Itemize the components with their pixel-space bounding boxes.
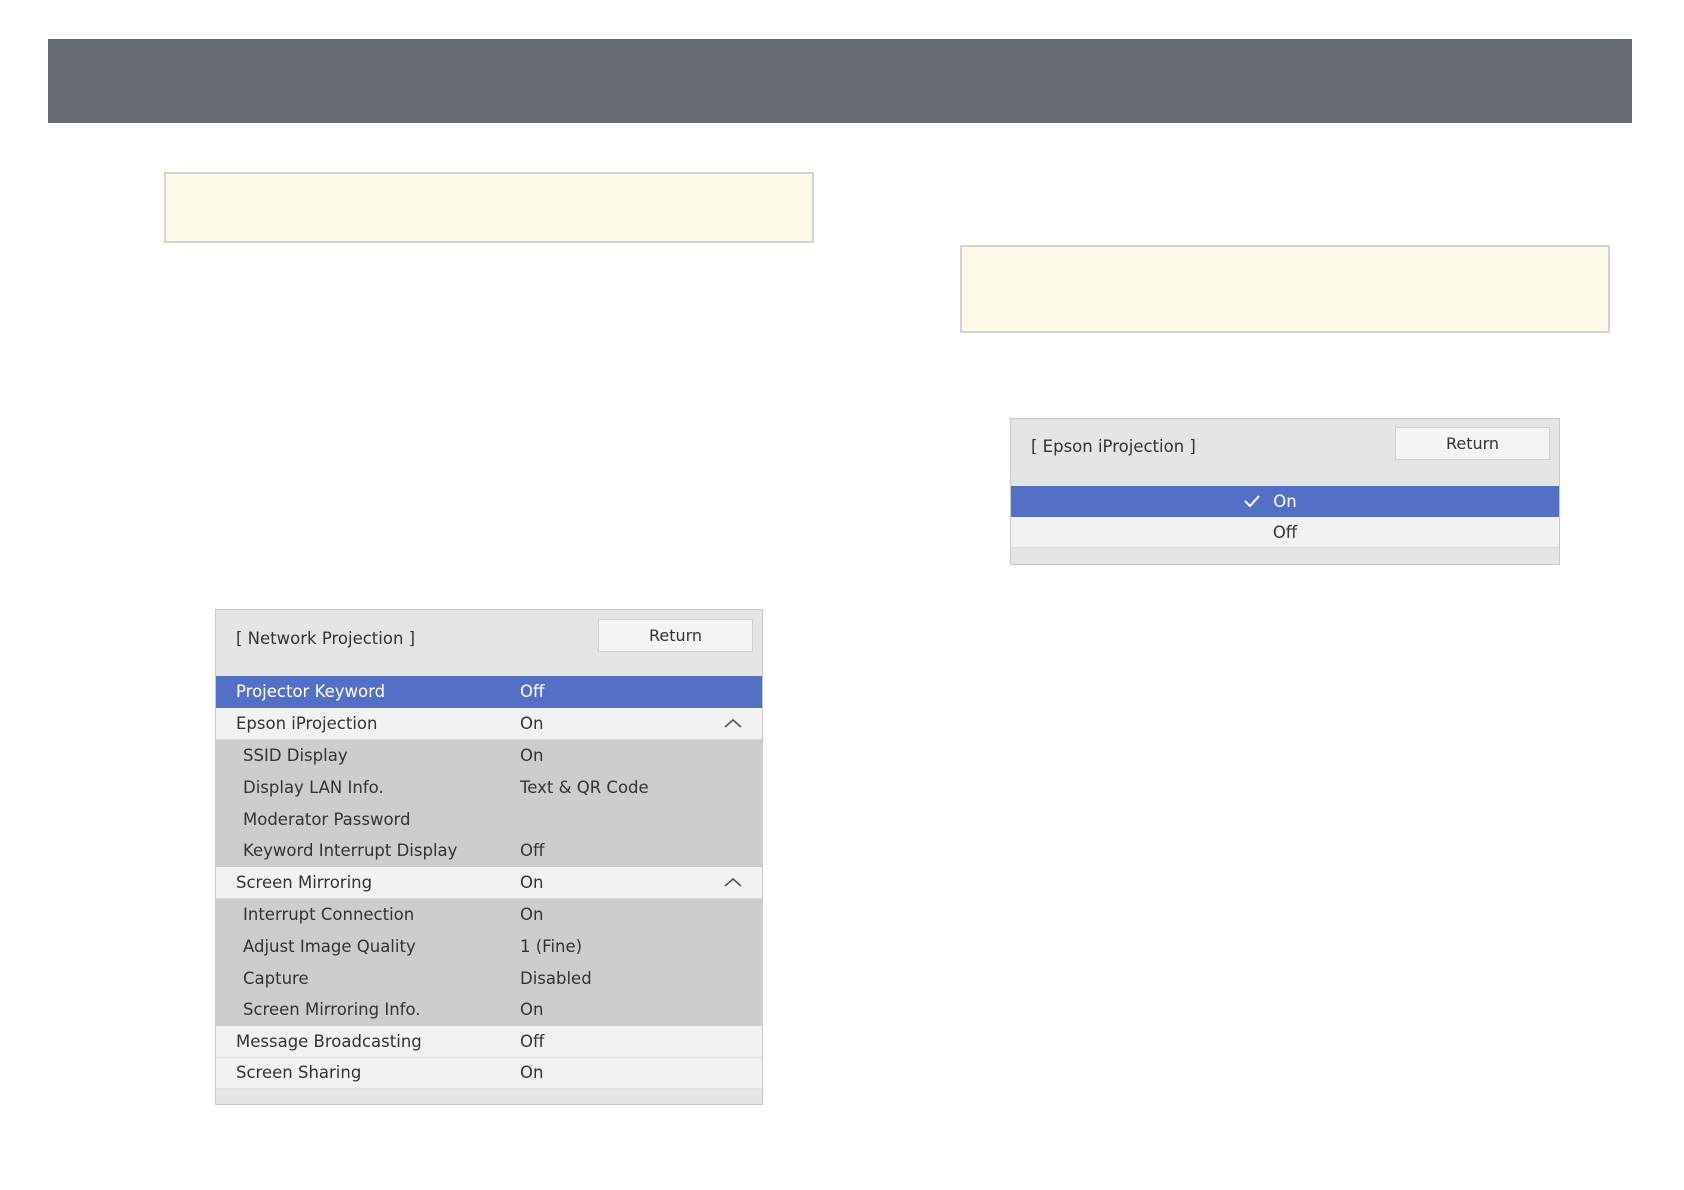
row-value: On (520, 904, 544, 924)
return-button[interactable]: Return (1395, 427, 1550, 460)
menu-row-screen-sharing[interactable]: Screen Sharing On (216, 1057, 762, 1090)
menu-row-message-broadcasting[interactable]: Message Broadcasting Off (216, 1025, 762, 1058)
row-value: Off (520, 682, 545, 702)
row-label: Projector Keyword (236, 682, 386, 702)
row-value: Off (520, 841, 545, 861)
row-label: Screen Mirroring (236, 872, 373, 892)
row-label: Screen Sharing (236, 1063, 362, 1083)
row-label: Message Broadcasting (236, 1031, 422, 1051)
menu-title: [ Network Projection ] (236, 629, 416, 648)
option-label: Off (1272, 522, 1298, 542)
chevron-up-icon[interactable] (724, 716, 742, 730)
epson-iprojection-menu: [ Epson iProjection ] Return On Off (1010, 418, 1560, 565)
row-label: Keyword Interrupt Display (243, 841, 458, 861)
network-projection-menu: [ Network Projection ] Return Projector … (215, 609, 763, 1105)
menu-row-keyword-interrupt-display[interactable]: Keyword Interrupt Display Off (216, 834, 762, 867)
chevron-up-icon[interactable] (724, 875, 742, 889)
menu-row-moderator-password[interactable]: Moderator Password (216, 803, 762, 835)
menu-row-ssid-display[interactable]: SSID Display On (216, 739, 762, 772)
row-label: SSID Display (243, 745, 348, 765)
menu-row-screen-mirroring[interactable]: Screen Mirroring On (216, 866, 762, 899)
option-label: On (1273, 492, 1297, 511)
note-box-right (960, 245, 1610, 333)
row-label: Moderator Password (243, 809, 411, 829)
menu-row-display-lan-info[interactable]: Display LAN Info. Text & QR Code (216, 771, 762, 804)
menu-row-adjust-image-quality[interactable]: Adjust Image Quality 1 (Fine) (216, 930, 762, 963)
menu-row-epson-iprojection[interactable]: Epson iProjection On (216, 707, 762, 740)
menu-header: [ Epson iProjection ] Return (1011, 419, 1559, 486)
row-label: Display LAN Info. (243, 777, 384, 797)
row-label: Interrupt Connection (243, 904, 415, 924)
return-button[interactable]: Return (598, 619, 753, 652)
menu-row-capture[interactable]: Capture Disabled (216, 962, 762, 994)
option-off[interactable]: Off (1011, 517, 1559, 548)
row-value: On (520, 1063, 544, 1083)
row-label: Capture (243, 968, 309, 988)
row-value: On (520, 713, 544, 733)
page-header-bar (48, 39, 1632, 123)
row-value: Off (520, 1031, 545, 1051)
menu-row-interrupt-connection[interactable]: Interrupt Connection On (216, 898, 762, 931)
row-value: On (520, 872, 544, 892)
row-value: On (520, 1000, 544, 1020)
row-label: Epson iProjection (236, 713, 378, 733)
row-value: Disabled (520, 968, 592, 988)
menu-row-projector-keyword[interactable]: Projector Keyword Off (216, 676, 762, 708)
menu-row-screen-mirroring-info[interactable]: Screen Mirroring Info. On (216, 993, 762, 1026)
row-value: On (520, 745, 544, 765)
option-on[interactable]: On (1011, 486, 1559, 517)
menu-header: [ Network Projection ] Return (216, 610, 762, 676)
note-box-left (164, 172, 814, 243)
checkmark-icon (1244, 495, 1260, 508)
row-label: Screen Mirroring Info. (243, 1000, 421, 1020)
menu-title: [ Epson iProjection ] (1031, 437, 1196, 456)
row-label: Adjust Image Quality (243, 936, 416, 956)
row-value: Text & QR Code (520, 777, 649, 797)
row-value: 1 (Fine) (520, 936, 583, 956)
